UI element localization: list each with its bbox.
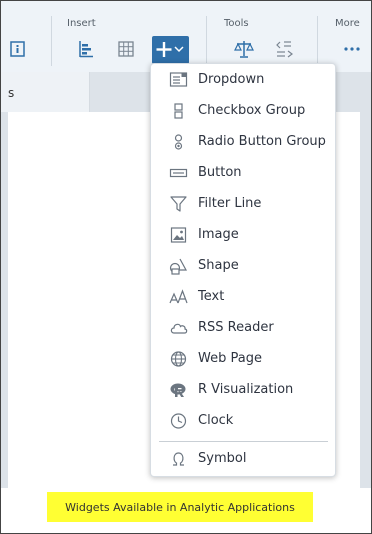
- menu-item-label: Radio Button Group: [198, 134, 326, 149]
- menu-item-label: RSS Reader: [198, 320, 274, 335]
- menu-item-label: R Visualization: [198, 382, 294, 397]
- image-icon: [170, 226, 187, 243]
- menu-item-label: Image: [198, 227, 239, 242]
- menu-item-label: Filter Line: [198, 196, 262, 211]
- menu-item-label: Text: [198, 289, 225, 304]
- menu-item-image[interactable]: Image: [151, 219, 335, 250]
- menu-item-rss-reader[interactable]: RSS Reader: [151, 312, 335, 343]
- toolbar-divider: [317, 16, 318, 66]
- menu-item-button[interactable]: Button: [151, 157, 335, 188]
- menu-item-filter-line[interactable]: Filter Line: [151, 188, 335, 219]
- table-grid-icon[interactable]: [115, 38, 137, 60]
- checkbox-group-icon: [174, 102, 183, 119]
- menu-item-label: Shape: [198, 258, 239, 273]
- filter-icon: [170, 195, 187, 212]
- info-icon[interactable]: [7, 38, 29, 60]
- menu-item-dropdown[interactable]: Dropdown: [151, 64, 335, 95]
- chevron-down-icon: [174, 46, 184, 53]
- caption-text: Widgets Available in Analytic Applicatio…: [65, 500, 295, 514]
- menu-item-shape[interactable]: Shape: [151, 250, 335, 281]
- toolbar: Insert Tools More: [1, 1, 371, 72]
- bar-chart-icon[interactable]: [75, 38, 97, 60]
- menu-item-r-visualization[interactable]: R Visualization: [151, 374, 335, 405]
- add-widget-menu: Dropdown Checkbox Group Radio Button Gro…: [150, 63, 336, 477]
- dropdown-icon: [169, 71, 188, 87]
- caption-highlight: Widgets Available in Analytic Applicatio…: [47, 492, 313, 522]
- tools-group-label: Tools: [224, 18, 249, 29]
- more-icon[interactable]: [343, 38, 365, 60]
- tab[interactable]: [1, 72, 90, 112]
- tab-label: s: [8, 86, 15, 100]
- add-widget-icon: [156, 42, 184, 57]
- button-icon: [169, 168, 188, 177]
- menu-item-symbol[interactable]: Symbol: [151, 443, 335, 474]
- add-widget-button[interactable]: [152, 36, 189, 64]
- menu-item-label: Dropdown: [198, 72, 265, 87]
- toolbar-divider: [51, 16, 52, 66]
- scale-icon[interactable]: [233, 38, 255, 60]
- clock-icon: [170, 412, 187, 429]
- insert-group-label: Insert: [67, 18, 96, 29]
- formula-icon[interactable]: [274, 38, 296, 60]
- menu-item-radio-button-group[interactable]: Radio Button Group: [151, 126, 335, 157]
- radio-button-group-icon: [174, 133, 183, 150]
- menu-item-label: Clock: [198, 413, 234, 428]
- shape-icon: [169, 258, 188, 275]
- toolbar-divider: [206, 16, 207, 66]
- omega-icon: [173, 451, 184, 466]
- menu-item-web-page[interactable]: Web Page: [151, 343, 335, 374]
- menu-item-text[interactable]: Text: [151, 281, 335, 312]
- r-icon: [170, 383, 186, 397]
- menu-item-label: Symbol: [198, 451, 247, 466]
- globe-icon: [170, 350, 187, 367]
- menu-divider: [159, 441, 328, 442]
- menu-item-label: Web Page: [198, 351, 262, 366]
- menu-item-label: Checkbox Group: [198, 103, 306, 118]
- more-group-label: More: [335, 18, 360, 29]
- cloud-icon: [170, 323, 188, 334]
- menu-item-checkbox-group[interactable]: Checkbox Group: [151, 95, 335, 126]
- menu-item-label: Button: [198, 165, 242, 180]
- menu-item-clock[interactable]: Clock: [151, 405, 335, 436]
- text-icon: [169, 288, 188, 303]
